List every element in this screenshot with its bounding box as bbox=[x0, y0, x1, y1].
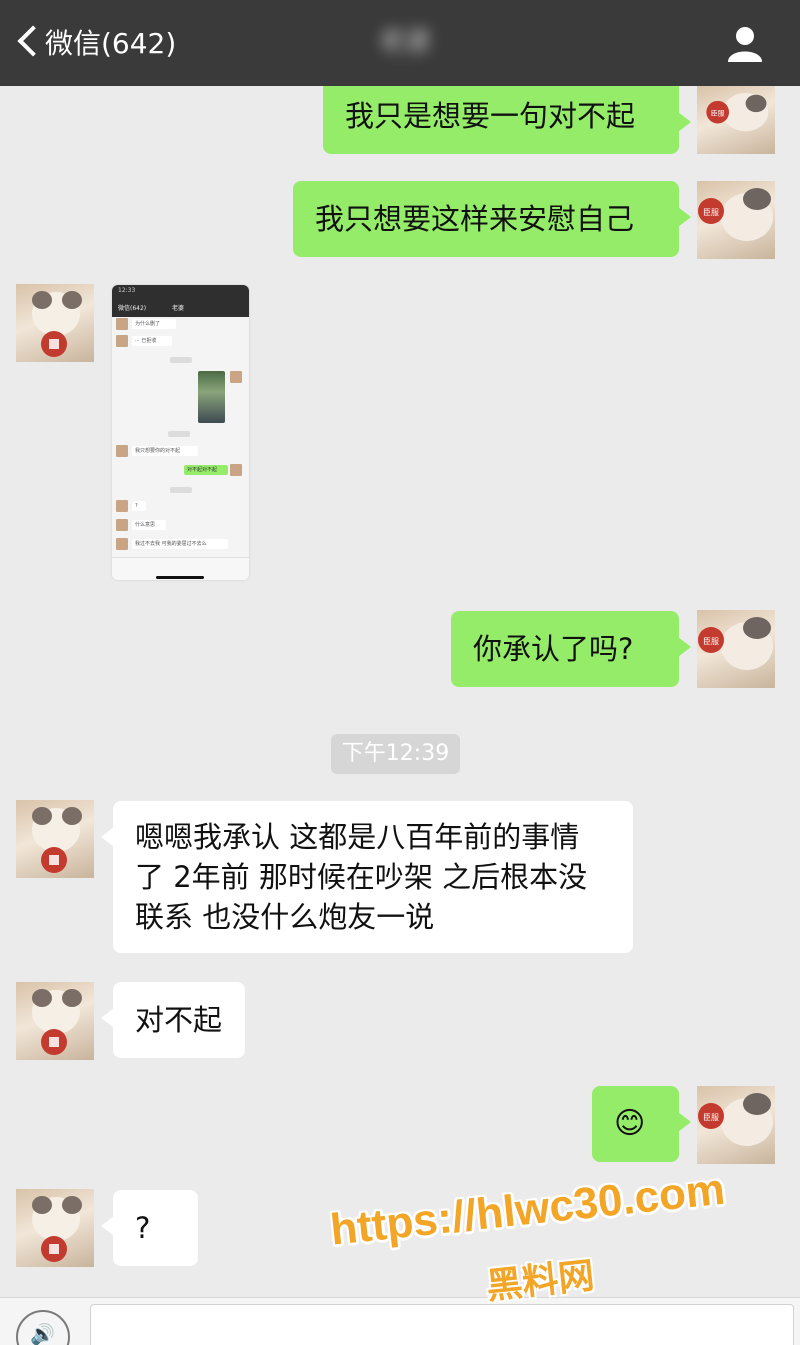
message-bubble-sent[interactable]: 我只想要这样来安慰自己 bbox=[293, 181, 691, 257]
emoji-smile-icon: 😊 bbox=[614, 1106, 646, 1141]
svg-text:臣服: 臣服 bbox=[711, 110, 725, 118]
chat-title: 老婆 bbox=[378, 27, 431, 57]
thumb-timestamp bbox=[168, 431, 190, 437]
my-avatar[interactable]: 臣服 bbox=[697, 181, 775, 259]
my-avatar[interactable]: 臣服 bbox=[697, 86, 775, 154]
back-button[interactable]: 微信(642) bbox=[45, 24, 176, 64]
message-text: 你承认了吗? bbox=[473, 632, 634, 666]
message-bubble-sent[interactable]: 😊 bbox=[592, 1086, 691, 1162]
svg-text:臣服: 臣服 bbox=[703, 208, 719, 217]
thumb-bubble: 我只想要你的对不起 bbox=[132, 446, 198, 456]
thumb-avatar bbox=[116, 335, 128, 347]
profile-icon[interactable] bbox=[726, 26, 764, 62]
svg-text:臣服: 臣服 bbox=[703, 1113, 719, 1122]
message-timestamp: 下午12:39 bbox=[331, 734, 460, 774]
message-text-line: 了 2年前 那时候在吵架 之后根本没 bbox=[135, 860, 588, 894]
thumb-avatar bbox=[230, 371, 242, 383]
top-bar: 微信(642) 老婆 bbox=[0, 0, 800, 86]
thumb-avatar bbox=[116, 519, 128, 531]
message-bubble-sent[interactable]: 我只是想要一句对不起 bbox=[323, 86, 691, 154]
thumb-avatar bbox=[116, 318, 128, 330]
thumb-title: 老婆 bbox=[172, 305, 185, 312]
back-chevron-icon[interactable] bbox=[17, 25, 49, 57]
message-bubble-received[interactable]: 对不起 bbox=[101, 982, 245, 1058]
message-text-line: 联系 也没什么炮友一说 bbox=[135, 900, 435, 934]
thumb-avatar bbox=[116, 538, 128, 550]
thumb-bubble: ··· 已拒收 bbox=[132, 336, 172, 346]
thumb-status-time: 12:33 bbox=[118, 287, 136, 294]
message-input[interactable] bbox=[90, 1304, 794, 1345]
message-text: 我只想要这样来安慰自己 bbox=[315, 202, 635, 236]
message-bubble-received[interactable]: 嗯嗯我承认 这都是八百年前的事情 了 2年前 那时候在吵架 之后根本没 联系 也… bbox=[101, 801, 633, 953]
thumb-avatar bbox=[116, 500, 128, 512]
thumb-bubble: 为什么删了 bbox=[132, 319, 176, 329]
message-text: 对不起 bbox=[135, 1003, 223, 1037]
svg-text:臣服: 臣服 bbox=[703, 637, 719, 646]
message-bubble-sent[interactable]: 你承认了吗? bbox=[451, 611, 691, 687]
thumb-avatar bbox=[116, 445, 128, 457]
thumb-input-bar bbox=[112, 557, 249, 580]
thumb-back-label: 微信(642) bbox=[118, 305, 147, 312]
thumb-timestamp bbox=[170, 357, 192, 363]
contact-avatar[interactable] bbox=[16, 800, 94, 878]
contact-avatar[interactable] bbox=[16, 1189, 94, 1267]
thumb-bubble: 我过不去我 可我的委屈过不去么 bbox=[132, 539, 228, 549]
thumb-avatar bbox=[230, 464, 242, 476]
thumb-timestamp bbox=[170, 487, 192, 493]
contact-avatar[interactable] bbox=[16, 982, 94, 1060]
thumb-header: 12:33 微信(642) 老婆 bbox=[112, 285, 249, 317]
message-text-line: 嗯嗯我承认 这都是八百年前的事情 bbox=[135, 820, 580, 854]
message-text: ? bbox=[135, 1211, 151, 1245]
message-bubble-received[interactable]: ? bbox=[101, 1190, 198, 1266]
watermark: https://hlwc30.com 黑料网 bbox=[320, 1165, 770, 1308]
screenshot-image-message[interactable]: 12:33 微信(642) 老婆 为什么删了 ··· 已拒收 我只想要你的对不起… bbox=[112, 285, 249, 580]
thumb-photo bbox=[198, 371, 225, 423]
my-avatar[interactable]: 臣服 bbox=[697, 610, 775, 688]
voice-input-button[interactable]: 🔊 bbox=[16, 1310, 70, 1345]
message-text: 我只是想要一句对不起 bbox=[345, 99, 636, 133]
thumb-bubble: 对不起对不起 bbox=[184, 465, 228, 475]
my-avatar[interactable]: 臣服 bbox=[697, 1086, 775, 1164]
thumb-home-indicator bbox=[156, 576, 204, 579]
contact-avatar[interactable] bbox=[16, 284, 94, 362]
watermark-url: https://hlwc30.com bbox=[328, 1164, 728, 1255]
voice-icon: 🔊 bbox=[30, 1322, 55, 1345]
thumb-bubble: 什么意思 bbox=[132, 520, 166, 530]
watermark-label: 黑料网 bbox=[484, 1255, 597, 1308]
thumb-bubble: ? bbox=[132, 501, 146, 511]
